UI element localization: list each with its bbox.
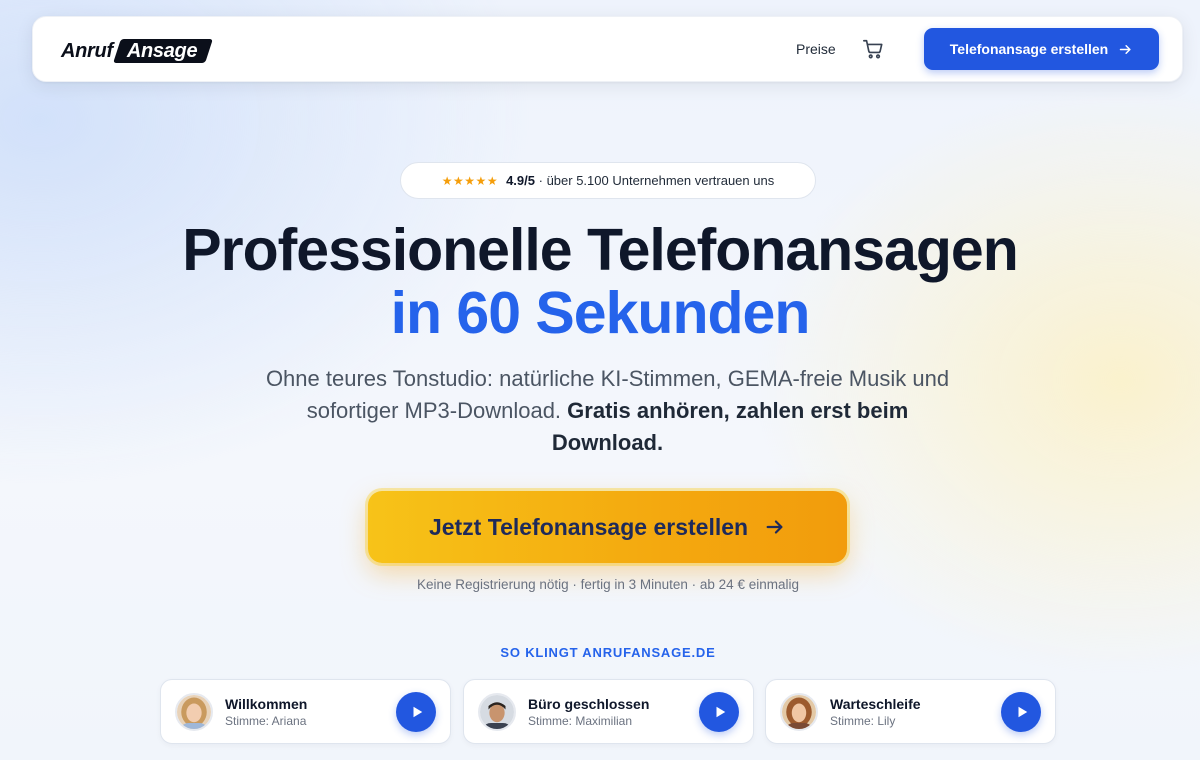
logo-text-ansage: Ansage [117,39,209,63]
star-rating-icon: ★★★★★ [441,173,499,188]
hero-subtitle: Ohne teures Tonstudio: natürliche KI-Sti… [260,363,955,459]
rating-text: 4.9/5 · über 5.100 Unternehmen vertrauen… [506,173,774,188]
nav-link-preise[interactable]: Preise [796,41,836,57]
sample-voice: Stimme: Lily [830,714,896,728]
create-announcement-label: Telefonansage erstellen [949,41,1109,57]
rating-trust-text: · über 5.100 Unternehmen vertrauen uns [538,173,775,188]
sample-voice: Stimme: Ariana [225,714,307,728]
main-cta-button[interactable]: Jetzt Telefonansage erstellen [368,491,847,563]
avatar [780,693,818,731]
arrow-right-icon [1119,44,1131,54]
sample-title: Warteschleife [830,696,921,712]
sample-card: Büro geschlossen Stimme: Maximilian [463,679,754,744]
site-header: Anruf Ansage Preise Telefonansage erstel… [32,16,1183,82]
play-icon [716,706,726,718]
main-cta-label: Jetzt Telefonansage erstellen [428,513,749,540]
sample-card: Willkommen Stimme: Ariana [160,679,451,744]
play-button[interactable] [396,692,436,732]
play-button[interactable] [1001,692,1041,732]
sample-card: Warteschleife Stimme: Lily [765,679,1056,744]
rating-score: 4.9/5 [506,173,535,188]
play-button[interactable] [699,692,739,732]
play-icon [413,706,423,718]
sample-title: Willkommen [225,696,308,712]
sample-title: Büro geschlossen [528,696,650,712]
play-icon [1018,706,1028,718]
hero-title: Professionelle Telefonansagen [182,217,1019,283]
samples-heading: SO KLINGT ANRUFANSAGE.DE [500,645,716,660]
cta-note: Keine Registrierung nötig · fertig in 3 … [417,577,799,592]
hero-title-highlight: in 60 Sekunden [390,280,811,346]
rating-badge: ★★★★★ 4.9/5 · über 5.100 Unternehmen ver… [400,162,816,199]
avatar [478,693,516,731]
avatar [175,693,213,731]
sample-voice: Stimme: Maximilian [528,714,633,728]
logo-text-anruf: Anruf [61,39,113,62]
logo[interactable]: Anruf Ansage [61,38,209,64]
hero-subtitle-emphasis: Gratis anhören, zahlen erst beim Downloa… [551,398,909,455]
shopping-cart-icon[interactable] [862,38,884,60]
arrow-right-icon [766,520,783,534]
create-announcement-button[interactable]: Telefonansage erstellen [924,28,1159,70]
